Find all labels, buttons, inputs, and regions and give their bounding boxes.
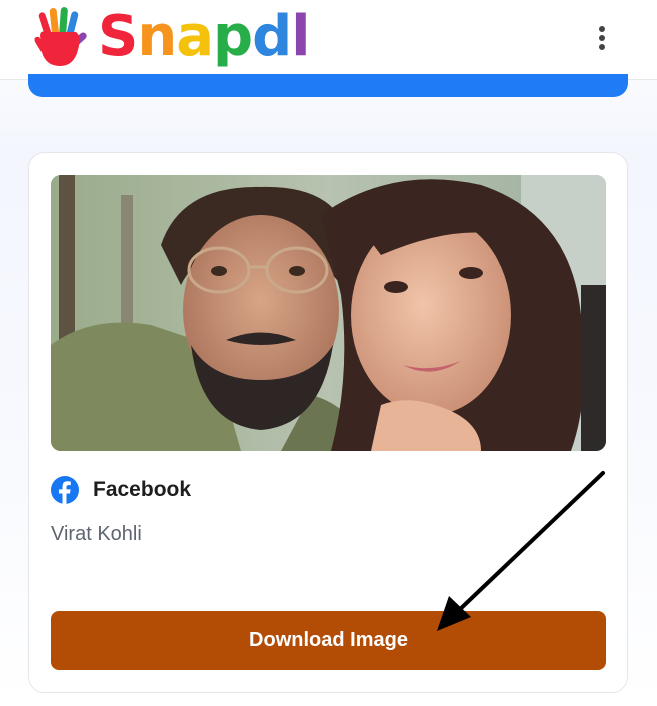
brand-letter: n — [137, 4, 177, 69]
photo-preview[interactable] — [51, 175, 606, 451]
brand-letter: d — [252, 4, 292, 69]
rainbow-hand-icon[interactable] — [32, 6, 90, 68]
dot — [599, 44, 605, 50]
platform-row: Facebook — [51, 475, 191, 505]
brand-name[interactable]: Snapdl — [98, 2, 310, 72]
photo-illustration — [51, 175, 606, 451]
dot — [599, 26, 605, 32]
header: Snapdl — [0, 0, 657, 80]
brand-letter: S — [98, 4, 138, 69]
author-name: Virat Kohli — [51, 523, 142, 545]
brand-letter: p — [213, 4, 253, 69]
facebook-icon — [51, 476, 79, 504]
brand-letter: a — [176, 4, 214, 69]
result-card: Facebook Virat Kohli Download Image — [28, 152, 628, 693]
top-blue-bar — [28, 74, 628, 97]
download-image-button[interactable]: Download Image — [51, 611, 606, 670]
dot — [599, 35, 605, 41]
brand-letter: l — [291, 4, 310, 69]
menu-button[interactable] — [588, 22, 616, 54]
platform-name: Facebook — [93, 478, 192, 501]
